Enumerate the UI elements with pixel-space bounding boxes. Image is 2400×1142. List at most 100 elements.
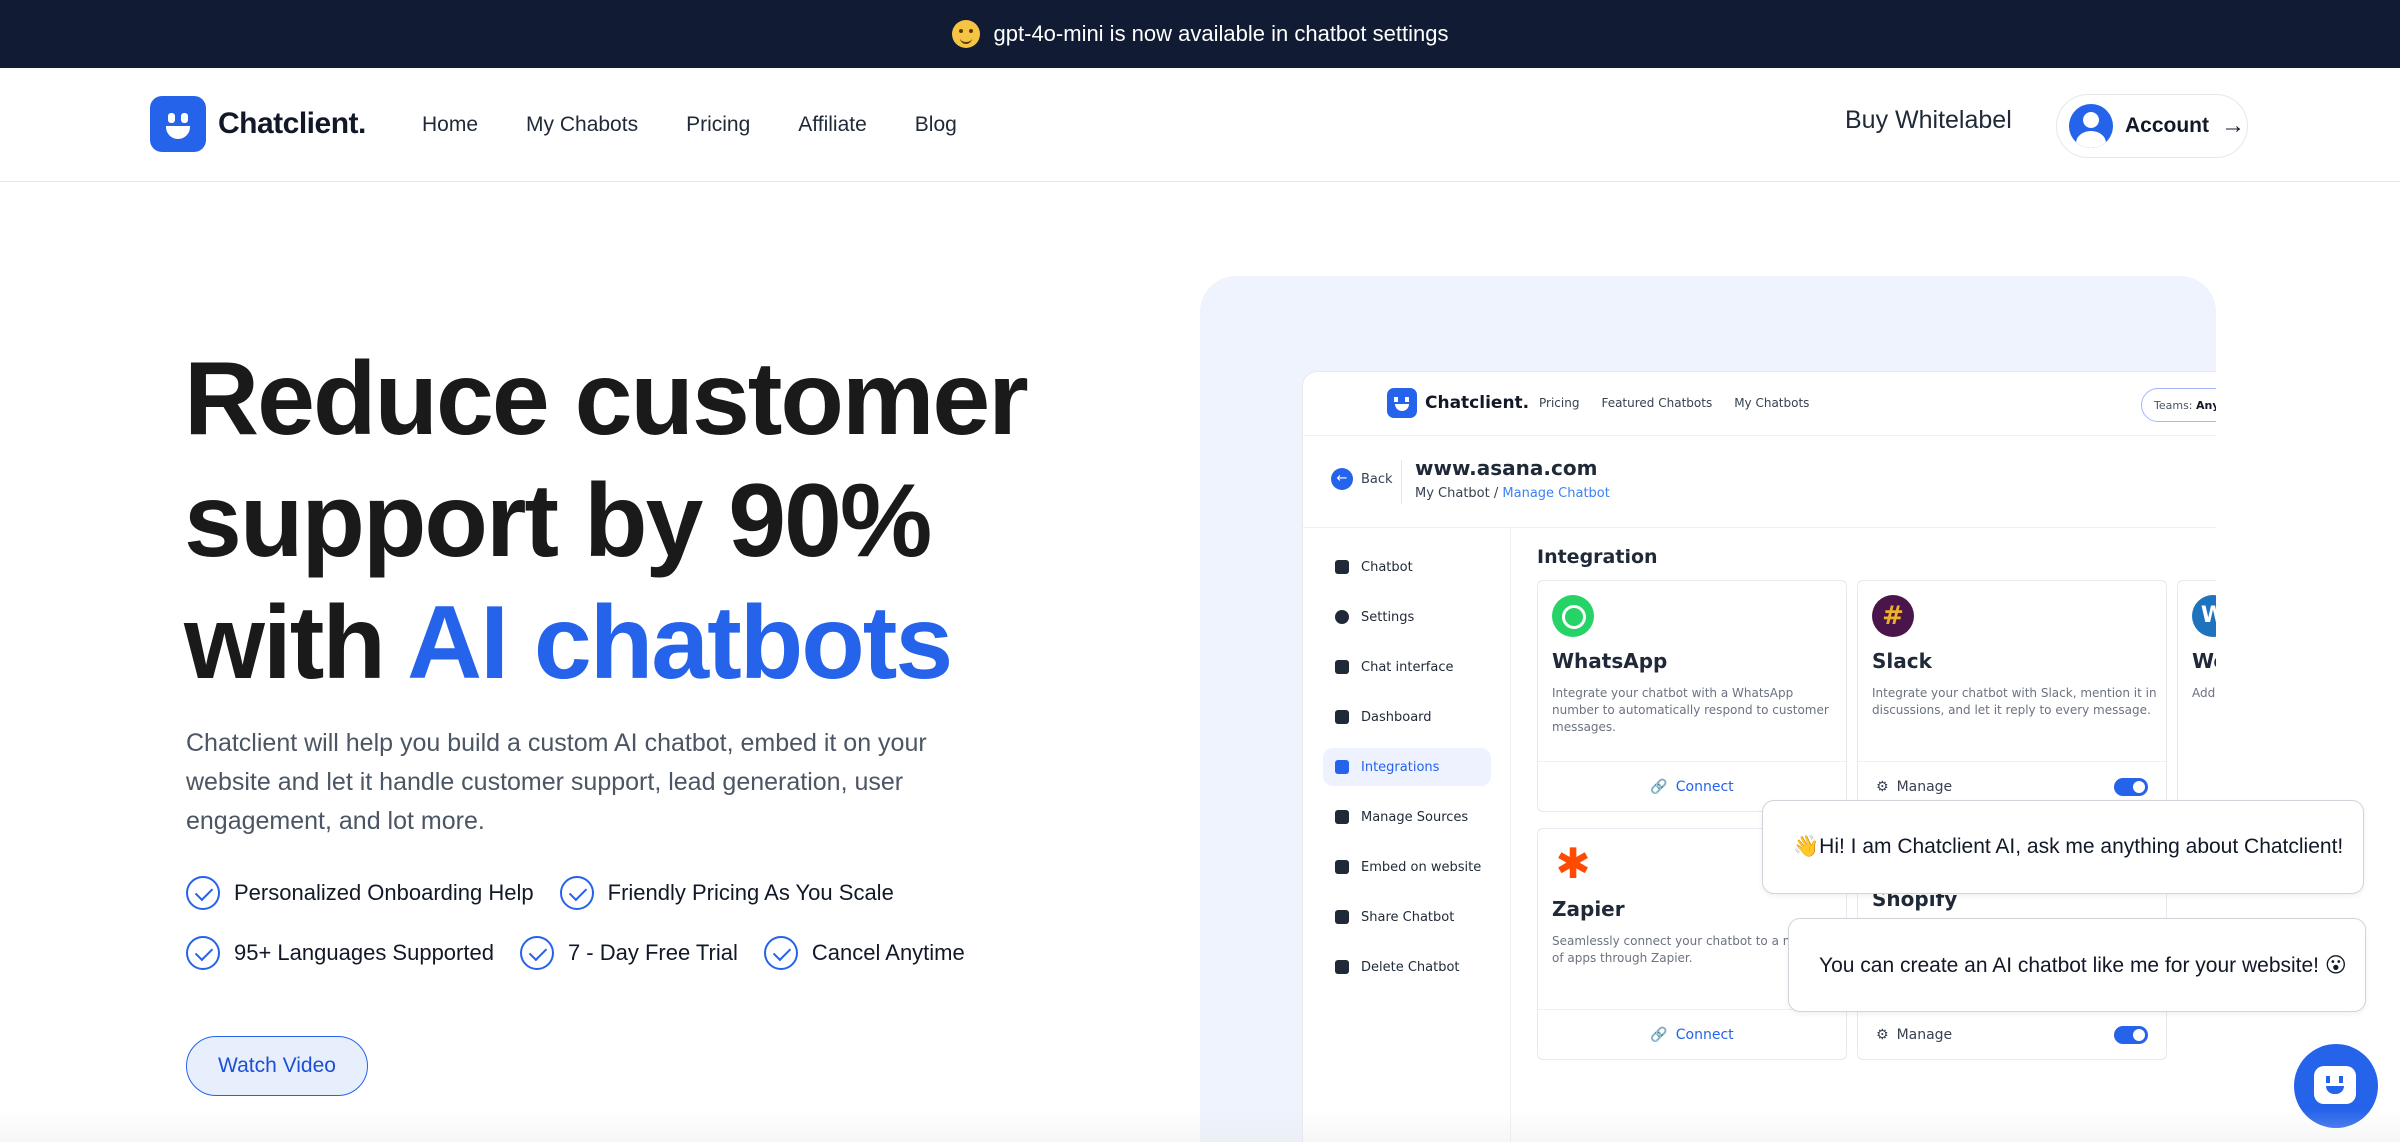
card-name: Wo <box>2192 649 2216 673</box>
preview-breadcrumb: My Chatbot / Manage Chatbot <box>1415 486 1610 501</box>
buy-whitelabel-link[interactable]: Buy Whitelabel <box>1845 106 2012 135</box>
brand-logo-link[interactable]: Chatclient. <box>150 96 366 152</box>
preview-teams-select: Teams: Any <box>2141 388 2216 422</box>
card-name: Slack <box>1872 649 1932 673</box>
card-description: Add effo plu <box>2192 686 2216 700</box>
hero-title-line1: Reduce customer <box>184 341 1029 457</box>
feature-row: 95+ Languages Supported 7 - Day Free Tri… <box>186 934 1086 972</box>
top-navigation: Chatclient. Home My Chabots Pricing Affi… <box>0 68 2400 182</box>
sidebar-item-chat-interface: Chat interface <box>1323 648 1491 686</box>
announcement-text: gpt-4o-mini is now available in chatbot … <box>993 21 1449 46</box>
chat-launcher-button[interactable] <box>2294 1044 2378 1128</box>
feature-label: Personalized Onboarding Help <box>234 880 534 905</box>
card-description: Integrate your chatbot with a WhatsApp n… <box>1552 686 1829 734</box>
integrations-icon <box>1335 760 1349 774</box>
link-icon: 🔗 <box>1650 1026 1668 1043</box>
chatbot-face-icon <box>150 96 206 152</box>
card-action: Connect <box>1675 778 1734 795</box>
card-description: Integrate your chatbot with Slack, menti… <box>1872 686 2157 717</box>
sidebar-item-embed: Embed on website <box>1323 848 1491 886</box>
integration-heading: Integration <box>1537 546 1658 568</box>
toggle-switch <box>2114 1026 2148 1044</box>
arrow-right-icon: → <box>2221 112 2245 139</box>
chat-promo-bubble[interactable]: You can create an AI chatbot like me for… <box>1788 918 2366 1012</box>
watch-video-button[interactable]: Watch Video <box>186 1036 368 1096</box>
hero-title: Reduce customer support by 90% with AI c… <box>184 338 1064 704</box>
gear-icon: ⚙ <box>1876 778 1889 795</box>
integration-card-whatsapp: WhatsApp Integrate your chatbot with a W… <box>1537 580 1847 812</box>
brand-name: Chatclient. <box>218 107 366 140</box>
chat-message: 👋Hi! I am Chatclient AI, ask me anything… <box>1793 835 2344 858</box>
whatsapp-icon <box>1552 595 1594 637</box>
sidebar-label: Integrations <box>1361 759 1440 775</box>
slack-icon <box>1872 595 1914 637</box>
hero-title-line3-prefix: with <box>184 585 407 701</box>
feature-item: Personalized Onboarding Help <box>186 876 534 910</box>
card-footer: 🔗 Connect <box>1538 1009 1846 1059</box>
card-name: WhatsApp <box>1552 649 1668 673</box>
hero-description: Chatclient will help you build a custom … <box>186 729 927 835</box>
nav-link-blog[interactable]: Blog <box>915 113 957 137</box>
app-screenshot: Chatclient. Pricing Featured Chatbots My… <box>1303 372 2216 1142</box>
sidebar-label: Embed on website <box>1361 859 1482 875</box>
nav-links: Home My Chabots Pricing Affiliate Blog <box>422 68 957 182</box>
divider <box>1401 460 1402 504</box>
check-circle-icon <box>519 936 554 970</box>
card-footer: ⚙ Manage <box>1858 1009 2166 1059</box>
check-circle-icon <box>186 936 220 970</box>
preview-nav: Pricing Featured Chatbots My Chatbots <box>1539 396 1809 410</box>
feature-list: Personalized Onboarding Help Friendly Pr… <box>186 874 1086 994</box>
monitor-icon <box>1335 860 1349 874</box>
layers-icon <box>1335 810 1349 824</box>
chat-bubble-icon <box>1335 660 1349 674</box>
feature-label: Friendly Pricing As You Scale <box>607 880 894 905</box>
preview-nav-item: Pricing <box>1539 396 1580 410</box>
preview-sidebar: Chatbot Settings Chat interface Dashboar… <box>1303 528 1511 1142</box>
nav-link-pricing[interactable]: Pricing <box>686 113 750 137</box>
feature-item: Friendly Pricing As You Scale <box>559 876 894 910</box>
link-icon: 🔗 <box>1650 778 1668 795</box>
integration-card-slack: Slack Integrate your chatbot with Slack,… <box>1857 580 2167 812</box>
card-action: Manage <box>1896 1026 1953 1043</box>
preview-brand: Chatclient. <box>1387 388 1529 418</box>
feature-item: 95+ Languages Supported <box>186 936 494 970</box>
nav-link-affiliate[interactable]: Affiliate <box>798 113 867 137</box>
check-circle-icon <box>559 876 594 910</box>
trash-icon <box>1335 960 1349 974</box>
preview-nav-item: Featured Chatbots <box>1601 396 1713 410</box>
back-label: Back <box>1361 471 1393 487</box>
sidebar-label: Chatbot <box>1361 559 1413 575</box>
feature-label: 95+ Languages Supported <box>234 940 494 965</box>
preview-site-title: www.asana.com <box>1415 456 1598 480</box>
feature-item: 7 - Day Free Trial <box>519 936 738 970</box>
zapier-icon: ✱ <box>1555 839 1591 888</box>
toggle-switch <box>2114 778 2148 796</box>
preview-nav-item: My Chatbots <box>1734 396 1810 410</box>
sidebar-label: Chat interface <box>1361 659 1454 675</box>
card-action: Connect <box>1675 1026 1734 1043</box>
check-circle-icon <box>763 936 798 970</box>
check-circle-icon <box>186 876 220 910</box>
nav-link-my-chatbots[interactable]: My Chabots <box>526 113 638 137</box>
preview-brand-name: Chatclient. <box>1425 393 1530 413</box>
preview-back: ← Back <box>1331 468 1393 490</box>
sidebar-item-chatbot: Chatbot <box>1323 548 1491 586</box>
feature-item: Cancel Anytime <box>763 936 965 970</box>
feature-label: 7 - Day Free Trial <box>567 940 738 965</box>
preview-page-header: ← Back www.asana.com My Chatbot / Manage… <box>1303 436 2216 528</box>
teams-value: Any <box>2196 399 2216 412</box>
chat-greeting-bubble[interactable]: 👋Hi! I am Chatclient AI, ask me anything… <box>1762 800 2364 894</box>
feature-label: Cancel Anytime <box>811 940 965 965</box>
nav-link-home[interactable]: Home <box>422 113 478 137</box>
breadcrumb-parent: My Chatbot / <box>1415 486 1499 501</box>
sidebar-item-integrations: Integrations <box>1323 748 1491 786</box>
back-arrow-icon: ← <box>1331 468 1353 490</box>
feature-row: Personalized Onboarding Help Friendly Pr… <box>186 874 1086 912</box>
party-face-icon <box>951 20 980 48</box>
sidebar-label: Delete Chatbot <box>1361 959 1460 975</box>
card-name: Zapier <box>1552 897 1625 921</box>
preview-header: Chatclient. Pricing Featured Chatbots My… <box>1303 372 2216 436</box>
announcement-bar: gpt-4o-mini is now available in chatbot … <box>0 0 2400 68</box>
account-button[interactable]: Account → <box>2056 94 2248 158</box>
hero-title-line2: support by 90% <box>184 463 932 579</box>
